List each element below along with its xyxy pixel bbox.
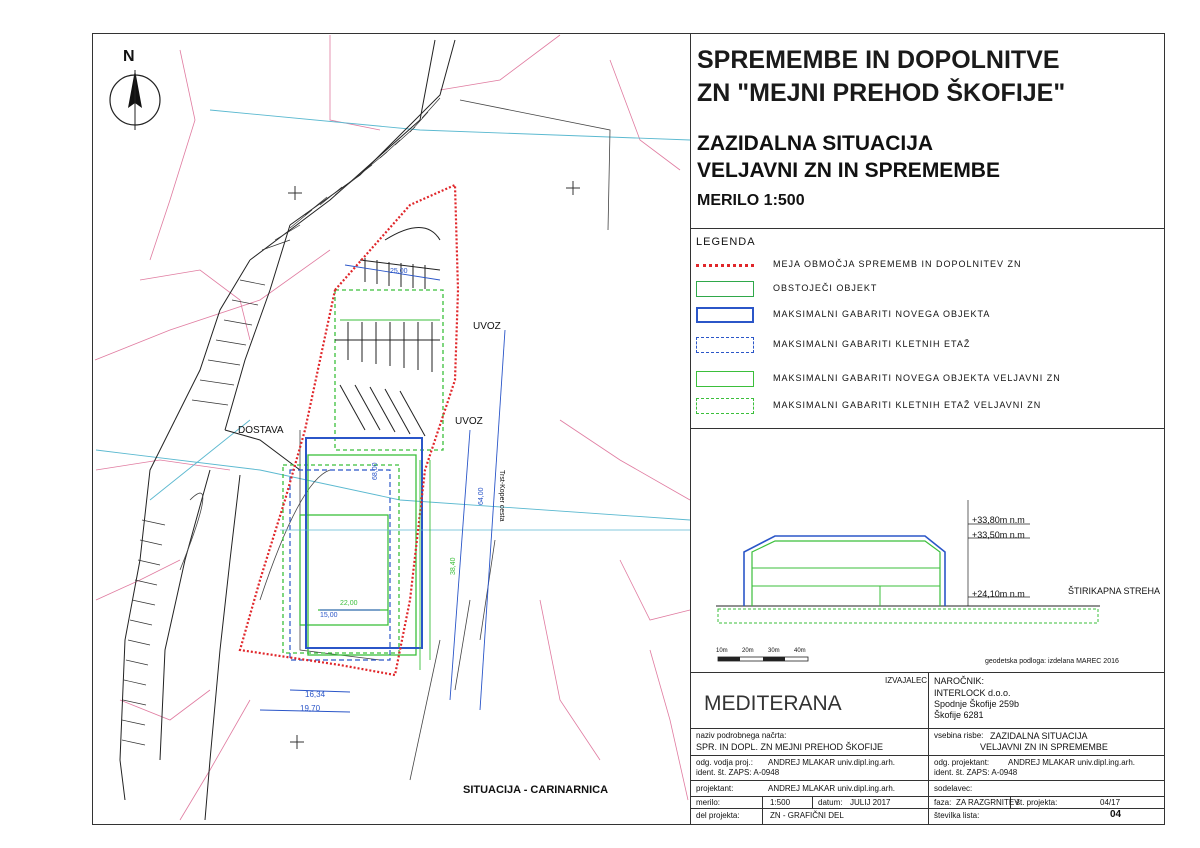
legend-item: MAKSIMALNI GABARITI NOVEGA OBJEKTA VELJA…	[696, 369, 1156, 389]
legend-label: MEJA OBMOČJA SPREMEMB IN DOPOLNITEV ZN	[773, 259, 1022, 269]
tb-vsebina-value: ZAZIDALNA SITUACIJA	[990, 731, 1088, 741]
plan-title: SITUACIJA - CARINARNICA	[463, 784, 609, 796]
legend-swatch-existing	[696, 281, 754, 297]
tb-vline	[812, 796, 813, 808]
tb-del-label: del projekta:	[696, 811, 740, 820]
scale-20: 20m	[742, 648, 754, 654]
drawing-title: SPREMEMBE IN DOPOLNITVE ZN "MEJNI PREHOD…	[697, 44, 1065, 110]
tb-odg-id: ident. št. ZAPS: A-0948	[934, 768, 1018, 777]
legend-swatch-valid-basement	[696, 398, 754, 414]
tb-faza-label: faza:	[934, 798, 952, 807]
dim-5: 16,34	[305, 690, 326, 699]
dim-8: 64,00	[478, 487, 485, 505]
tb-narocnik-line: INTERLOCK d.o.o.	[934, 688, 1011, 698]
scale-30: 30m	[768, 648, 780, 654]
tb-izvajalec: IZVAJALEC	[885, 676, 928, 685]
tb-naziv-label: naziv podrobnega načrta:	[696, 731, 787, 740]
tb-vodja-label: odg. vodja proj.:	[696, 758, 753, 767]
tb-datum-label: datum:	[818, 798, 843, 807]
tb-stproj-label: št. projekta:	[1016, 798, 1058, 807]
dim-1: 25,00	[390, 268, 408, 275]
tb-odg-label: odg. projektant:	[934, 758, 990, 767]
tb-vline	[928, 672, 929, 825]
tb-vodja-value: ANDREJ MLAKAR univ.dipl.ing.arh.	[768, 758, 896, 767]
label-dostava: DOSTAVA	[238, 425, 284, 436]
tb-projektant-label: projektant:	[696, 784, 734, 793]
legend-title: LEGENDA	[696, 236, 756, 248]
legend-swatch-new	[696, 307, 754, 323]
tb-narocnik-line: Spodnje Škofije 259b	[934, 699, 1020, 709]
legend-item: OBSTOJEČI OBJEKT	[696, 279, 1156, 299]
legend-swatch-boundary	[696, 264, 754, 267]
drawing-subtitle: ZAZIDALNA SITUACIJA VELJAVNI ZN IN SPREM…	[697, 130, 1000, 184]
label-road: Trst-Koper cesta	[498, 470, 505, 522]
north-label: N	[123, 48, 135, 65]
dim-4: 15,00	[320, 612, 338, 619]
label-uvoz-2: UVOZ	[455, 416, 483, 427]
tb-naziv-value: SPR. IN DOPL. ZN MEJNI PREHOD ŠKOFIJE	[696, 742, 884, 752]
subtitle-line-2: VELJAVNI ZN IN SPREMEMBE	[697, 159, 1000, 182]
tb-narocnik-label: NAROČNIK:	[934, 676, 985, 686]
label-uvoz-1: UVOZ	[473, 321, 501, 332]
tb-vsebina-value: VELJAVNI ZN IN SPREMEMBE	[980, 742, 1108, 752]
legend-label: MAKSIMALNI GABARITI NOVEGA OBJEKTA VELJA…	[773, 373, 1061, 383]
subtitle-line-1: ZAZIDALNA SITUACIJA	[697, 132, 934, 155]
tb-odg-value: ANDREJ MLAKAR univ.dipl.ing.arh.	[1008, 758, 1136, 767]
legend-label: MAKSIMALNI GABARITI KLETNIH ETAŽ	[773, 339, 971, 349]
tb-vline	[762, 796, 763, 825]
scale-40: 40m	[794, 648, 806, 654]
logo: MEDITERANA	[704, 692, 842, 715]
legend-swatch-valid	[696, 371, 754, 387]
legend-item: MEJA OBMOČJA SPREMEMB IN DOPOLNITEV ZN	[696, 255, 1156, 275]
tb-del-value: ZN - GRAFIČNI DEL	[770, 811, 844, 820]
level-1: +33,80m n.m	[972, 515, 1025, 525]
tb-vsebina-label: vsebina risbe:	[934, 731, 984, 740]
scale-10: 10m	[716, 648, 728, 654]
tb-merilo-label: merilo:	[696, 798, 721, 807]
roof-label: ŠTIRIKAPNA STREHA	[1068, 586, 1161, 596]
tb-vodja-id: ident. št. ZAPS: A-0948	[696, 768, 780, 777]
dim-7: 38,40	[450, 557, 457, 575]
title-line-1: SPREMEMBE IN DOPOLNITVE	[697, 46, 1060, 74]
panel-separator	[690, 428, 1165, 429]
tb-datum-value: JULIJ 2017	[850, 798, 891, 807]
legend-swatch-basement	[696, 337, 754, 353]
legend-item: MAKSIMALNI GABARITI KLETNIH ETAŽ	[696, 335, 1156, 355]
legend-label: OBSTOJEČI OBJEKT	[773, 283, 878, 293]
level-2: +33,50m n.m	[972, 530, 1025, 540]
tb-stproj-value: 04/17	[1100, 798, 1121, 807]
tb-narocnik-line: Škofije 6281	[934, 710, 984, 720]
dim-2: 68,00	[372, 462, 379, 480]
tb-projektant-value: ANDREJ MLAKAR univ.dipl.ing.arh.	[768, 784, 896, 793]
survey-note: geodetska podloga: izdelana MAREC 2016	[985, 658, 1119, 665]
tb-merilo-value: 1:500	[770, 798, 791, 807]
scale-label: MERILO 1:500	[697, 192, 805, 209]
level-3: +24,10m n.m	[972, 589, 1025, 599]
dim-3: 22,00	[340, 600, 358, 607]
tb-stlist-value: 04	[1110, 809, 1122, 820]
tb-stlist-label: številka lista:	[934, 811, 980, 820]
legend-label: MAKSIMALNI GABARITI KLETNIH ETAŽ VELJAVN…	[773, 400, 1042, 410]
legend-item: MAKSIMALNI GABARITI KLETNIH ETAŽ VELJAVN…	[696, 396, 1156, 416]
tb-sodelavec-label: sodelavec:	[934, 784, 973, 793]
panel-separator	[690, 228, 1165, 229]
tb-faza-value: ZA RAZGRNITEV	[956, 798, 1020, 807]
title-line-2: ZN "MEJNI PREHOD ŠKOFIJE"	[697, 79, 1066, 107]
dim-6: 19,70	[300, 704, 321, 713]
legend-label: MAKSIMALNI GABARITI NOVEGA OBJEKTA	[773, 309, 991, 319]
legend-item: MAKSIMALNI GABARITI NOVEGA OBJEKTA	[696, 305, 1156, 325]
